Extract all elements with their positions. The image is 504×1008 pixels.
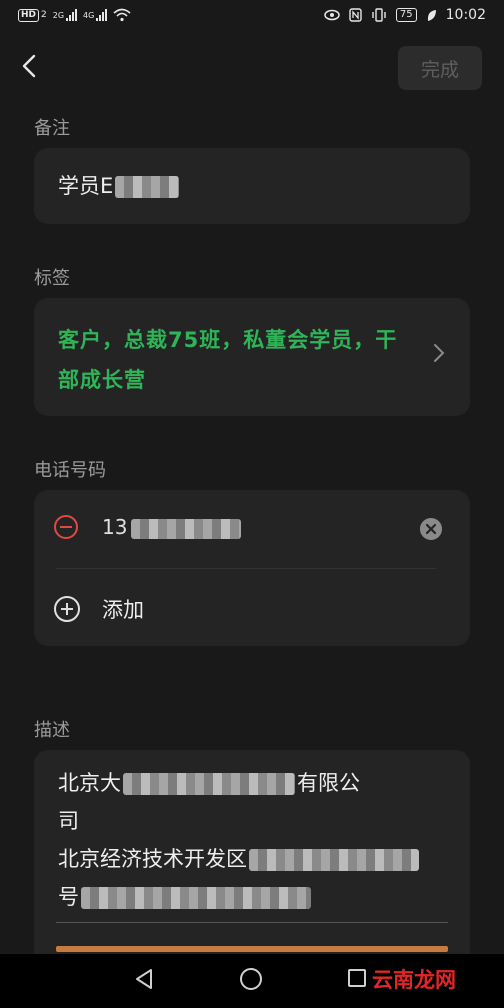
sim-index: 2 <box>41 10 47 20</box>
note-value: 学员E <box>58 174 114 198</box>
navigation-bar: 云南龙网 <box>0 954 504 1008</box>
nav-home-icon[interactable] <box>240 968 262 990</box>
accent-bar <box>56 946 448 952</box>
note-label: 备注 <box>34 118 70 139</box>
redacted-block <box>115 176 180 198</box>
redacted-block <box>131 518 242 539</box>
hd-badge: HD <box>18 8 40 22</box>
tags-value: 客户，总裁75班，私董会学员，干部成长营 <box>58 328 398 392</box>
leaf-icon <box>427 9 436 21</box>
nav-recent-icon[interactable] <box>348 969 366 987</box>
phone-value[interactable]: 13 <box>102 515 127 539</box>
network-b-label: 4G <box>83 10 95 20</box>
note-field[interactable]: 学员E <box>34 148 470 224</box>
nav-back-icon[interactable] <box>134 968 156 990</box>
phone-card: 13 添加 <box>34 490 470 646</box>
description-label: 描述 <box>34 720 70 741</box>
redacted-block <box>81 887 311 909</box>
vibrate-icon <box>372 8 386 22</box>
signal-icon <box>96 9 108 21</box>
remove-circle-icon[interactable] <box>54 515 78 539</box>
phone-label: 电话号码 <box>34 460 106 481</box>
done-button[interactable]: 完成 <box>398 46 482 90</box>
add-phone-button[interactable]: 添加 <box>102 594 144 624</box>
redacted-block <box>123 773 295 795</box>
description-line: 北京大 <box>58 771 121 795</box>
battery-indicator: 75 <box>395 8 417 22</box>
status-bar: HD 2 2G 4G 75 10:02 <box>0 0 504 34</box>
description-line: 有限公 <box>297 771 360 795</box>
description-line: 号 <box>58 885 79 909</box>
description-field[interactable]: 北京大 有限公 司 北京经济技术开发区 号 <box>34 750 470 960</box>
network-a-label: 2G <box>52 10 65 20</box>
nfc-icon <box>349 8 362 22</box>
divider <box>56 922 448 923</box>
back-arrow-icon[interactable] <box>14 50 46 82</box>
redacted-block <box>249 849 419 871</box>
eye-icon <box>324 9 340 21</box>
watermark: 云南龙网 <box>372 968 456 992</box>
divider <box>56 568 436 569</box>
description-line: 北京经济技术开发区 <box>58 847 247 871</box>
phone-row: 13 <box>34 490 470 568</box>
wifi-icon <box>113 8 131 22</box>
tags-label: 标签 <box>34 268 70 289</box>
tags-field[interactable]: 客户，总裁75班，私董会学员，干部成长营 <box>34 298 470 416</box>
clear-icon[interactable] <box>420 518 442 540</box>
chevron-right-icon <box>434 344 445 362</box>
add-circle-icon[interactable] <box>54 596 80 622</box>
clock: 10:02 <box>445 7 486 23</box>
signal-icon <box>66 9 78 21</box>
description-line: 司 <box>58 809 79 833</box>
